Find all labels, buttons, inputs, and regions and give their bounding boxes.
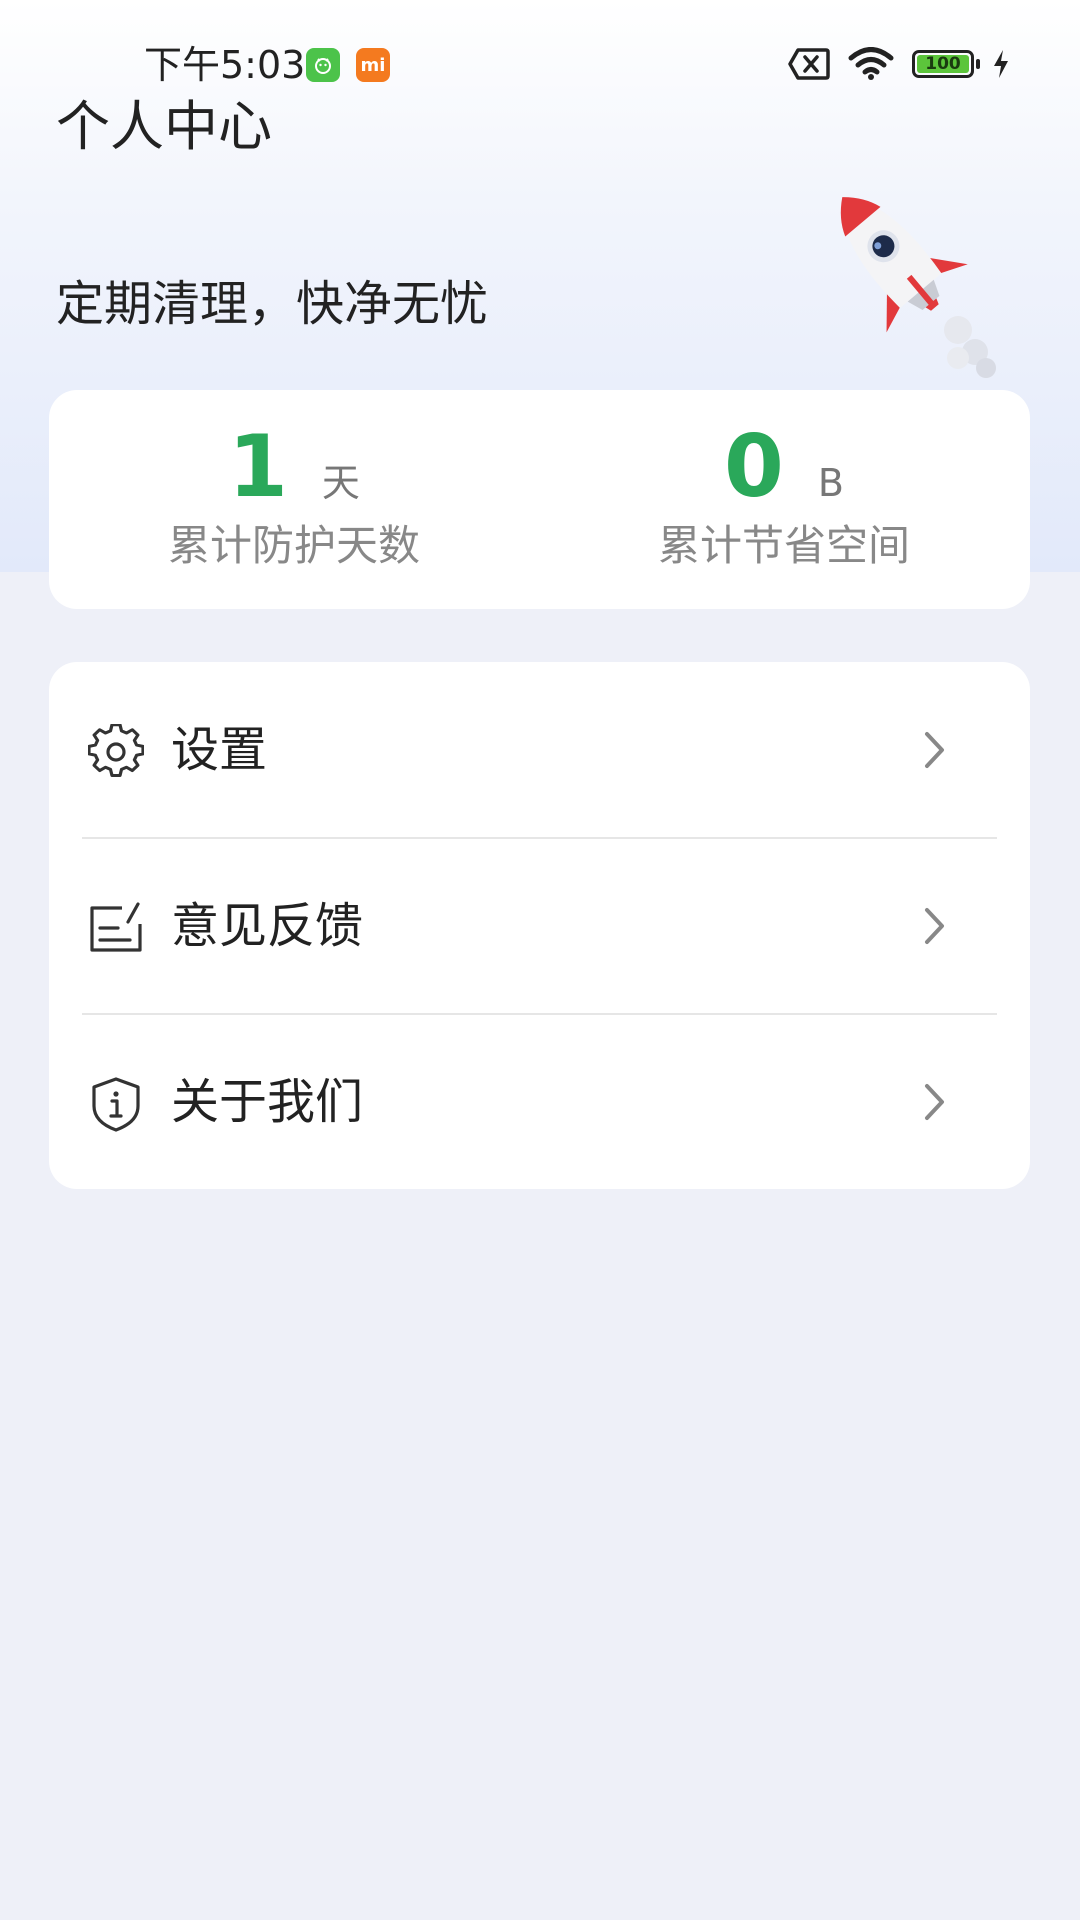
battery-icon: 100 — [912, 50, 980, 78]
gear-icon — [88, 724, 144, 778]
menu-item-label: 关于我们 — [171, 1074, 364, 1130]
menu-item-feedback[interactable]: 意见反馈 — [49, 838, 1030, 1013]
protection-days-label: 累计防护天数 — [167, 521, 420, 570]
stats-card: 1天 累计防护天数 0B 累计节省空间 — [49, 390, 1030, 609]
rocket-illustration — [840, 197, 996, 378]
chevron-right-icon — [925, 908, 944, 944]
chevron-right-icon — [925, 1084, 944, 1120]
space-saved-stat: 0B 累计节省空间 — [539, 390, 1029, 609]
menu-item-settings[interactable]: 设置 — [49, 662, 1030, 837]
protection-days-unit: 天 — [321, 461, 360, 505]
info-shield-icon — [92, 1077, 140, 1132]
page-title: 个人中心 — [56, 95, 272, 158]
space-saved-label: 累计节省空间 — [657, 521, 910, 570]
protection-days-value: 1 — [228, 417, 288, 517]
charging-icon — [994, 50, 1008, 78]
battery-level: 100 — [925, 54, 961, 74]
feedback-icon — [90, 902, 142, 952]
menu-item-label: 设置 — [171, 722, 268, 778]
protection-days-stat: 1天 累计防护天数 — [49, 390, 539, 609]
status-time: 下午5:03 — [144, 43, 306, 87]
slogan: 定期清理，快净无忧 — [56, 276, 489, 332]
status-indicators: 100 — [788, 44, 1010, 84]
menu-item-label: 意见反馈 — [171, 898, 364, 954]
wifi-icon — [848, 47, 894, 80]
space-saved-value: 0 — [724, 417, 784, 517]
app-notification-icon — [306, 48, 340, 82]
space-saved-unit: B — [817, 461, 844, 505]
mi-notification-icon: mi — [356, 48, 390, 82]
menu-item-about[interactable]: 关于我们 — [49, 1014, 1030, 1189]
no-sim-icon — [788, 48, 830, 80]
chevron-right-icon — [925, 732, 944, 768]
menu-card: 设置 意见反馈 关于我们 — [49, 662, 1030, 1189]
